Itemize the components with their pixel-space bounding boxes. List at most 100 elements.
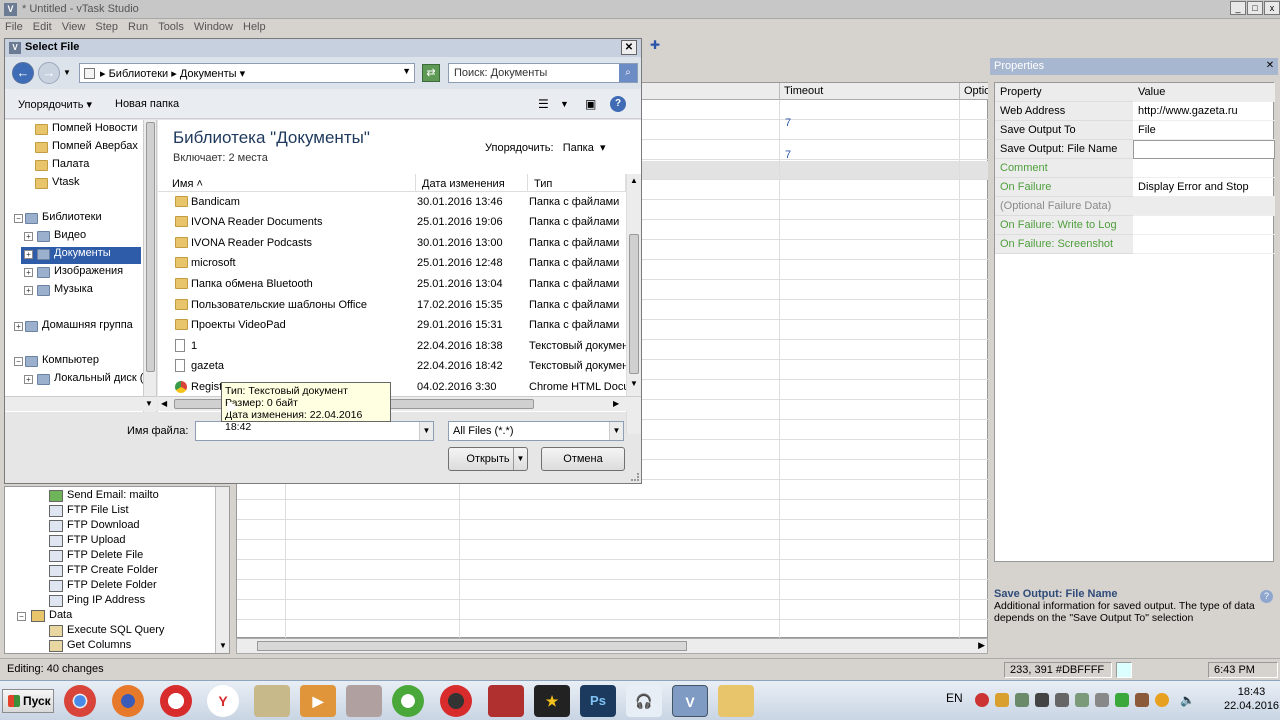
collapse-icon[interactable]: −: [14, 357, 23, 366]
menu-step[interactable]: Step: [90, 19, 123, 33]
refresh-icon[interactable]: ⇄: [422, 64, 440, 82]
new-folder-button[interactable]: Новая папка: [115, 98, 179, 110]
language-indicator[interactable]: EN: [946, 691, 963, 705]
expand-icon[interactable]: +: [24, 286, 33, 295]
tree-scrollbar[interactable]: ▼: [215, 487, 229, 653]
open-button[interactable]: Открыть ▼: [448, 447, 528, 471]
scroll-up-icon[interactable]: ▲: [630, 176, 638, 185]
file-row[interactable]: Пользовательские шаблоны Office 17.02.201…: [158, 295, 626, 315]
tree-item-ftp-create-folder[interactable]: FTP Create Folder: [49, 564, 158, 579]
property-row[interactable]: On Failure: Screenshot: [995, 235, 1275, 254]
property-row[interactable]: Save Output To File: [995, 121, 1275, 140]
tray-icon[interactable]: [1035, 693, 1049, 707]
expand-icon[interactable]: +: [14, 322, 23, 331]
grid-horizontal-scrollbar[interactable]: ▶: [236, 638, 988, 654]
nav-vertical-scrollbar[interactable]: [143, 120, 156, 412]
nav-item[interactable]: Помпей Новости: [35, 122, 137, 138]
file-type-filter[interactable]: All Files (*.*) ▼: [448, 421, 624, 441]
start-button[interactable]: Пуск: [2, 689, 54, 713]
record-icon[interactable]: [975, 693, 989, 707]
file-row[interactable]: gazeta 22.04.2016 18:42 Текстовый документ: [158, 356, 626, 376]
file-row[interactable]: microsoft 25.01.2016 12:48 Папка с файлами: [158, 253, 626, 273]
breadcrumb-documents[interactable]: Документы: [180, 68, 237, 80]
nav-item-documents[interactable]: Документы: [37, 247, 111, 263]
dialog-close-button[interactable]: ✕: [621, 40, 637, 55]
collapse-icon[interactable]: −: [17, 612, 26, 621]
scroll-down-icon[interactable]: ▼: [630, 379, 638, 388]
firefox-icon[interactable]: [112, 685, 144, 717]
address-bar[interactable]: ▸ Библиотеки ▸ Документы ▾ ▼: [79, 63, 415, 83]
scroll-left-icon[interactable]: ◀: [161, 399, 167, 408]
menu-tools[interactable]: Tools: [153, 19, 189, 33]
menu-window[interactable]: Window: [189, 19, 238, 33]
column-type[interactable]: Тип: [528, 174, 626, 192]
back-icon[interactable]: ←: [12, 62, 34, 84]
nav-item-computer[interactable]: Компьютер: [25, 354, 99, 370]
maximize-button[interactable]: □: [1247, 1, 1263, 15]
recorder-icon[interactable]: [440, 685, 472, 717]
expand-icon[interactable]: +: [24, 375, 33, 384]
chevron-down-icon[interactable]: ▼: [609, 422, 623, 440]
menu-view[interactable]: View: [57, 19, 91, 33]
property-row[interactable]: On Failure: Write to Log: [995, 216, 1275, 235]
pin-icon[interactable]: ✚: [650, 38, 664, 52]
nav-horizontal-scrollbar[interactable]: ▼: [5, 396, 157, 411]
open-dropdown-icon[interactable]: ▼: [513, 448, 527, 470]
tree-item-ftp-delete-folder[interactable]: FTP Delete Folder: [49, 579, 157, 594]
expand-icon[interactable]: +: [24, 250, 33, 259]
property-row[interactable]: On Failure Display Error and Stop: [995, 178, 1275, 197]
view-options-icon[interactable]: ☰: [538, 97, 549, 111]
nav-item-video[interactable]: Видео: [37, 229, 86, 245]
preview-pane-icon[interactable]: ▣: [585, 97, 596, 111]
search-icon[interactable]: ⌕: [619, 64, 637, 82]
library-includes[interactable]: Включает: 2 места: [173, 152, 268, 164]
chrome-icon[interactable]: [64, 685, 96, 717]
file-row[interactable]: IVONA Reader Podcasts 30.01.2016 13:00 Пап…: [158, 233, 626, 253]
tree-item-send-email[interactable]: Send Email: mailto: [49, 489, 159, 504]
tray-icon[interactable]: [1155, 693, 1169, 707]
column-options[interactable]: Optio: [959, 83, 989, 100]
menu-file[interactable]: File: [0, 19, 28, 33]
breadcrumb-libraries[interactable]: Библиотеки: [109, 68, 169, 80]
scroll-right-icon[interactable]: ▶: [978, 640, 985, 651]
tray-icon[interactable]: [1015, 693, 1029, 707]
volume-icon[interactable]: 🔈: [1180, 693, 1195, 707]
paint-icon[interactable]: [254, 685, 290, 717]
cancel-button[interactable]: Отмена: [541, 447, 625, 471]
arrange-by[interactable]: Упорядочить: Папка ▾: [485, 141, 605, 154]
history-dropdown-icon[interactable]: ▼: [63, 68, 71, 77]
nav-item[interactable]: Vtask: [35, 176, 80, 192]
file-name-input[interactable]: [1133, 140, 1275, 159]
headphones-icon[interactable]: 🎧: [626, 685, 662, 717]
tray-icon[interactable]: [1055, 693, 1069, 707]
file-row[interactable]: Папка обмена Bluetooth 25.01.2016 13:04 Па…: [158, 274, 626, 294]
yandex-icon[interactable]: Y: [207, 685, 239, 717]
nav-item-libraries[interactable]: Библиотеки: [25, 211, 102, 227]
utorrent-icon[interactable]: [392, 685, 424, 717]
tree-item-ftp-delete-file[interactable]: FTP Delete File: [49, 549, 143, 564]
file-row[interactable]: Проекты VideoPad 29.01.2016 15:31 Папка с …: [158, 315, 626, 335]
nav-item-music[interactable]: Музыка: [37, 283, 93, 299]
opera-icon[interactable]: [160, 685, 192, 717]
app-icon[interactable]: [488, 685, 524, 717]
column-date[interactable]: Дата изменения: [416, 174, 528, 192]
nav-item-homegroup[interactable]: Домашняя группа: [25, 319, 133, 335]
tree-item-get-columns[interactable]: Get Columns: [49, 639, 131, 653]
property-row[interactable]: Save Output: File Name: [995, 140, 1275, 159]
network-icon[interactable]: [1075, 693, 1089, 707]
property-row[interactable]: Comment: [995, 159, 1275, 178]
close-button[interactable]: x: [1264, 1, 1280, 15]
file-row[interactable]: IVONA Reader Documents 25.01.2016 19:06 Па…: [158, 212, 626, 232]
column-name[interactable]: Имя ˄: [158, 174, 416, 192]
expand-icon[interactable]: +: [24, 268, 33, 277]
chevron-down-icon[interactable]: ▼: [419, 422, 433, 440]
help-icon[interactable]: ?: [1260, 590, 1273, 603]
collapse-icon[interactable]: −: [14, 214, 23, 223]
clock[interactable]: 18:43 22.04.2016: [1224, 685, 1279, 713]
movie-maker-icon[interactable]: ★: [534, 685, 570, 717]
menu-edit[interactable]: Edit: [28, 19, 57, 33]
tree-item-ftp-download[interactable]: FTP Download: [49, 519, 140, 534]
nav-item-images[interactable]: Изображения: [37, 265, 123, 281]
signal-icon[interactable]: [1095, 693, 1109, 707]
help-icon[interactable]: ?: [610, 96, 626, 112]
